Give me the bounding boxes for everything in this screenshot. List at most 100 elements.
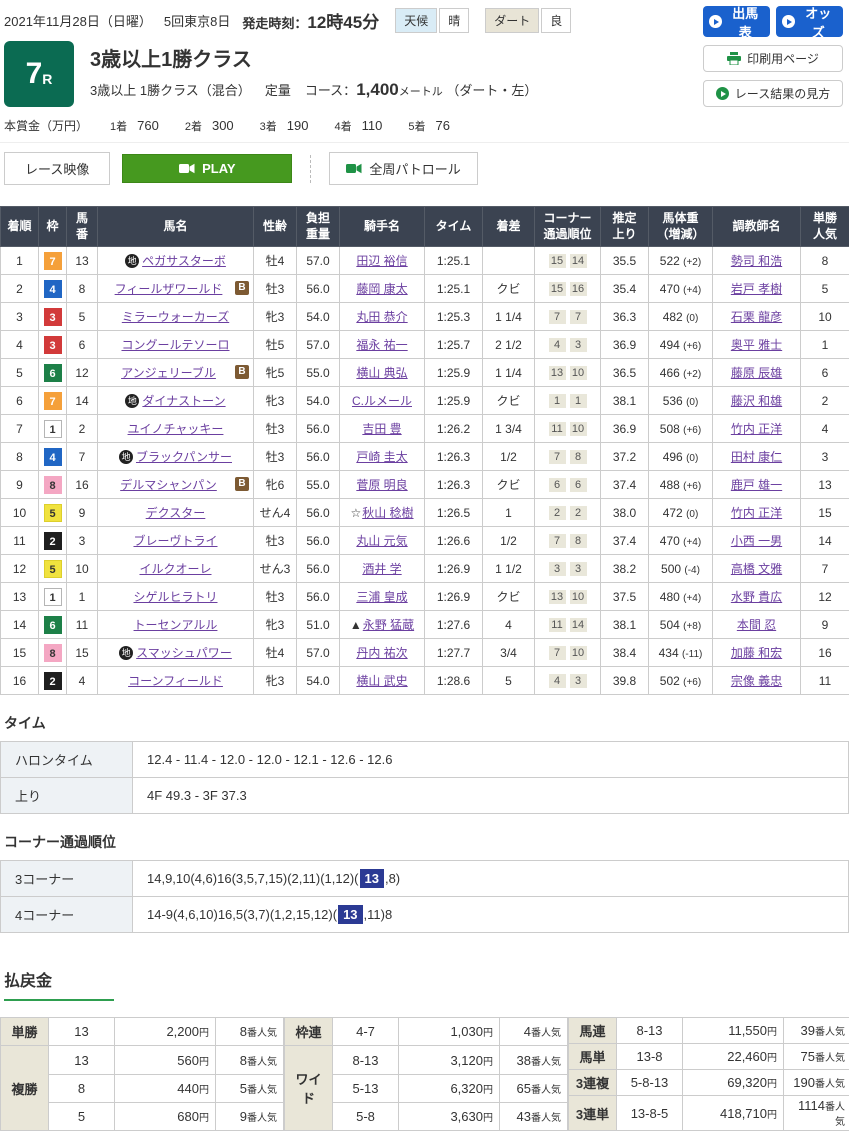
trainer-name-link[interactable]: 宗像 義忠 xyxy=(731,674,782,688)
trainer-name-link[interactable]: 勢司 和浩 xyxy=(731,254,782,268)
carried-weight: 56.0 xyxy=(297,275,340,303)
jockey-name-link[interactable]: 藤岡 康太 xyxy=(356,282,407,296)
horse-name-link[interactable]: アンジェリーブル xyxy=(121,366,216,380)
trainer-name-link[interactable]: 本間 忍 xyxy=(737,618,776,632)
horse-name-link[interactable]: ペガサスターボ xyxy=(142,254,226,268)
corner-position: 10 xyxy=(570,646,587,660)
horse-name-link[interactable]: トーセンアルル xyxy=(134,618,218,632)
jockey-cell: 田辺 裕信 xyxy=(340,247,425,275)
print-page-button[interactable]: 印刷用ページ xyxy=(703,45,843,72)
corner-order-cell: 78 xyxy=(535,527,601,555)
sex-age: 牡3 xyxy=(254,275,297,303)
yen-unit: 円 xyxy=(199,1028,209,1039)
trainer-name-link[interactable]: 加藤 和宏 xyxy=(731,646,782,660)
sex-age: 牝6 xyxy=(254,471,297,499)
corner-position: 2 xyxy=(549,506,566,520)
horse-name-link[interactable]: ダイナストーン xyxy=(142,394,225,408)
bet-type-label: 単勝 xyxy=(1,1018,49,1046)
play-button[interactable]: PLAY xyxy=(122,154,292,183)
race-condition-class: 3歳以上 1勝クラス（混合） xyxy=(90,80,251,99)
jockey-name-link[interactable]: 丹内 祐次 xyxy=(356,646,407,660)
trainer-name-link[interactable]: 竹内 正洋 xyxy=(731,506,782,520)
trainer-name-link[interactable]: 高橋 文雅 xyxy=(731,562,782,576)
odds-button[interactable]: オッズ xyxy=(776,6,843,37)
margin: 1/2 xyxy=(483,527,535,555)
local-horse-icon: 地 xyxy=(119,450,133,464)
jockey-name-link[interactable]: 田辺 裕信 xyxy=(356,254,407,268)
horse-number: 5 xyxy=(67,303,98,331)
result-row: 847地ブラックパンサー牡356.0戸崎 圭太1:26.31/27837.249… xyxy=(1,443,849,471)
patrol-video-button[interactable]: 全周パトロール xyxy=(329,152,477,185)
horse-number: 15 xyxy=(67,639,98,667)
win-popularity: 13 xyxy=(801,471,849,499)
corner-position: 15 xyxy=(549,254,566,268)
jockey-name-link[interactable]: 横山 武史 xyxy=(356,674,407,688)
jockey-cell: 横山 武史 xyxy=(340,667,425,695)
horse-name-link[interactable]: ミラーウォーカーズ xyxy=(122,310,229,324)
horse-name-link[interactable]: コングールテソーロ xyxy=(121,338,229,352)
horse-name-link[interactable]: ブレーヴトライ xyxy=(133,534,217,548)
horse-name-link[interactable]: コーンフィールド xyxy=(128,674,223,688)
horse-number: 1 xyxy=(67,583,98,611)
trainer-name-link[interactable]: 石栗 龍彦 xyxy=(731,310,782,324)
trainer-name-link[interactable]: 鹿戸 雄一 xyxy=(731,478,782,492)
trainer-name-link[interactable]: 岩戸 孝樹 xyxy=(731,282,782,296)
sex-age: 牝3 xyxy=(254,667,297,695)
horse-name-cell: 地ブラックパンサー xyxy=(98,443,254,471)
trainer-name-link[interactable]: 小西 一男 xyxy=(731,534,782,548)
result-row: 1624コーンフィールド牝354.0横山 武史1:28.654339.8502 … xyxy=(1,667,849,695)
jockey-name-link[interactable]: 丸田 恭介 xyxy=(356,310,407,324)
jockey-cell: 福永 祐一 xyxy=(340,331,425,359)
trainer-name-link[interactable]: 藤沢 和雄 xyxy=(731,394,782,408)
race-video-button[interactable]: レース映像 xyxy=(4,152,110,185)
jockey-name-link[interactable]: 秋山 稔樹 xyxy=(362,506,413,520)
carried-weight: 54.0 xyxy=(297,667,340,695)
horse-name-link[interactable]: ブラックパンサー xyxy=(136,450,232,464)
jockey-name-link[interactable]: 永野 猛蔵 xyxy=(363,618,414,632)
finish-position: 6 xyxy=(1,387,39,415)
finish-time: 1:26.9 xyxy=(425,555,483,583)
entries-button[interactable]: 出馬表 xyxy=(703,6,770,37)
horse-weight-cell: 434 (-11) xyxy=(649,639,713,667)
horse-name-cell: トーセンアルル xyxy=(98,611,254,639)
finish-time: 1:26.6 xyxy=(425,527,483,555)
time-table: ハロンタイム12.4 - 11.4 - 12.0 - 12.0 - 12.1 -… xyxy=(0,741,849,814)
horse-name-link[interactable]: シゲルヒラトリ xyxy=(133,590,217,604)
frame-cell: 8 xyxy=(39,639,67,667)
jockey-name-link[interactable]: 戸崎 圭太 xyxy=(356,450,407,464)
finish-position: 16 xyxy=(1,667,39,695)
results-column-header: 負担 重量 xyxy=(297,207,340,247)
horse-name-link[interactable]: デルマシャンパン xyxy=(120,478,217,492)
payout-group-table: 枠連4-71,030円4番人気ワイド8-133,120円38番人気5-136,3… xyxy=(284,1017,568,1131)
horse-name-link[interactable]: デクスター xyxy=(146,506,206,520)
horse-name-link[interactable]: ユイノチャッキー xyxy=(128,422,224,436)
trainer-name-link[interactable]: 藤原 辰雄 xyxy=(731,366,782,380)
jockey-name-link[interactable]: 菅原 明良 xyxy=(356,478,407,492)
trainer-name-link[interactable]: 田村 康仁 xyxy=(731,450,782,464)
jockey-name-link[interactable]: 横山 典弘 xyxy=(356,366,407,380)
payout-group-table: 馬連8-1311,550円39番人気馬単13-822,460円75番人気3連複5… xyxy=(568,1017,849,1131)
time-row: ハロンタイム12.4 - 11.4 - 12.0 - 12.0 - 12.1 -… xyxy=(1,742,849,778)
jockey-name-link[interactable]: 酒井 学 xyxy=(362,562,401,576)
trainer-cell: 岩戸 孝樹 xyxy=(713,275,801,303)
frame-number-badge: 1 xyxy=(44,588,62,606)
trainer-name-link[interactable]: 水野 貴広 xyxy=(731,590,782,604)
results-column-header: タイム xyxy=(425,207,483,247)
horse-name-link[interactable]: イルクオーレ xyxy=(139,562,211,576)
result-guide-button[interactable]: レース結果の見方 xyxy=(703,80,843,107)
jockey-name-link[interactable]: 福永 祐一 xyxy=(356,338,407,352)
horse-name-link[interactable]: スマッシュパワー xyxy=(136,646,232,660)
prize-amount: 76 xyxy=(435,118,449,133)
jockey-name-link[interactable]: C.ルメール xyxy=(352,394,412,408)
trainer-name-link[interactable]: 奥平 雅士 xyxy=(731,338,782,352)
prize-place: 2着 xyxy=(185,121,202,133)
blinker-badge: B xyxy=(235,281,249,295)
jockey-name-link[interactable]: 吉田 豊 xyxy=(362,422,401,436)
jockey-name-link[interactable]: 丸山 元気 xyxy=(356,534,407,548)
trainer-name-link[interactable]: 竹内 正洋 xyxy=(731,422,782,436)
finish-time: 1:26.3 xyxy=(425,471,483,499)
horse-name-link[interactable]: フィールザワールド xyxy=(115,282,223,296)
printer-icon xyxy=(727,52,741,65)
finish-position: 15 xyxy=(1,639,39,667)
jockey-name-link[interactable]: 三浦 皇成 xyxy=(356,590,407,604)
